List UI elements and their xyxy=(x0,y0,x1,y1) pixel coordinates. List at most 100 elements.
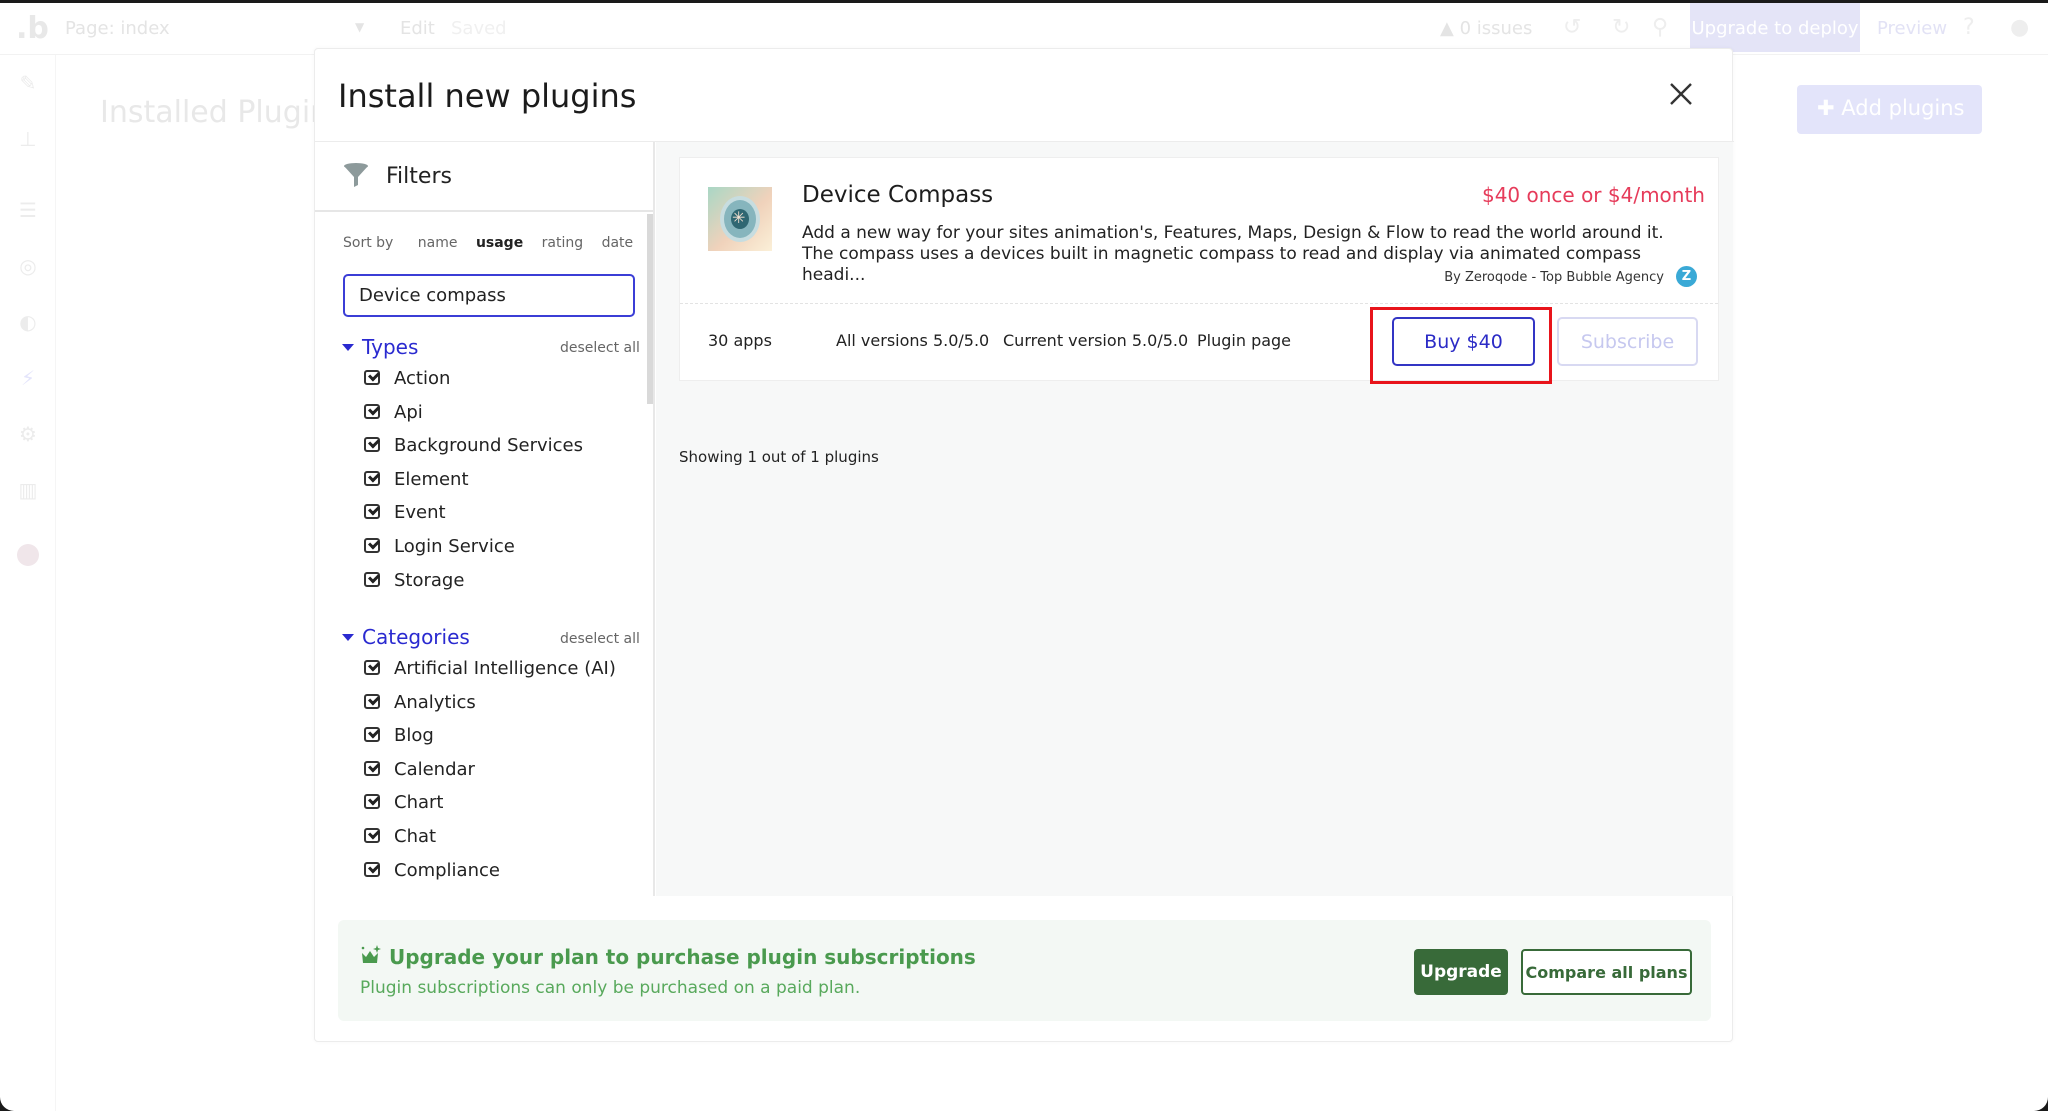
results-panel: Device Compass $40 once or $4/month Add … xyxy=(656,142,1733,896)
category-filter-label: Chart xyxy=(394,792,444,814)
filters-scrollbar[interactable] xyxy=(647,214,653,404)
saved-status: Saved xyxy=(451,18,507,39)
plugin-current-version-rating: Current version 5.0/5.0 xyxy=(1003,331,1189,350)
palette-icon[interactable]: ◐ xyxy=(17,310,39,334)
search-icon[interactable]: ⚲ xyxy=(1652,15,1668,40)
category-filter-item[interactable]: Calendar xyxy=(364,759,475,780)
avatar-icon[interactable] xyxy=(17,544,39,566)
plugin-all-versions-rating: All versions 5.0/5.0 xyxy=(836,331,990,350)
chart-icon[interactable]: ▥ xyxy=(17,478,39,502)
checkbox-checked-icon[interactable] xyxy=(364,727,380,743)
redo-icon[interactable]: ↻ xyxy=(1612,15,1630,40)
category-filter-item[interactable]: Chat xyxy=(364,826,436,847)
type-filter-label: Login Service xyxy=(394,536,515,557)
plugin-name[interactable]: Device Compass xyxy=(802,182,993,208)
categories-deselect-all[interactable]: deselect all xyxy=(560,631,640,647)
type-filter-item[interactable]: Background Services xyxy=(364,435,583,456)
sort-option-usage[interactable]: usage xyxy=(476,235,523,251)
crown-icon xyxy=(361,945,381,963)
type-filter-item[interactable]: Action xyxy=(364,368,450,389)
left-rail: ✎ ⊥ ☰ ◎ ◐ ⚡ ⚙ ▥ xyxy=(0,55,56,1111)
type-filter-item[interactable]: Event xyxy=(364,502,446,523)
checkbox-checked-icon[interactable] xyxy=(364,693,380,709)
workflow-icon[interactable]: ⊥ xyxy=(17,127,39,151)
add-plugins-label: Add plugins xyxy=(1841,96,1965,120)
plugin-search-input[interactable] xyxy=(343,274,635,317)
upgrade-to-deploy-button[interactable]: Upgrade to deploy xyxy=(1690,3,1860,52)
checkbox-checked-icon[interactable] xyxy=(364,470,380,486)
author-logo-icon: Z xyxy=(1676,266,1697,287)
warning-icon: ▲ xyxy=(1440,18,1460,39)
filters-scroll-area: Sort by name usage rating date price Typ… xyxy=(315,214,653,896)
sort-option-date[interactable]: date xyxy=(602,235,634,251)
type-filter-label: Action xyxy=(394,368,451,389)
type-filter-item[interactable]: Storage xyxy=(364,570,464,591)
card-divider xyxy=(680,303,1718,304)
checkbox-checked-icon[interactable] xyxy=(364,504,380,520)
category-filter-item[interactable]: Compliance xyxy=(364,860,500,881)
type-filter-label: Element xyxy=(394,468,469,490)
modal-title: Install new plugins xyxy=(338,77,637,115)
category-filter-item[interactable]: Chart xyxy=(364,792,443,813)
upgrade-button[interactable]: Upgrade xyxy=(1414,949,1508,995)
checkbox-checked-icon[interactable] xyxy=(364,828,380,843)
upgrade-banner-title: Upgrade your plan to purchase plugin sub… xyxy=(389,945,976,969)
category-filter-label: Compliance xyxy=(394,859,500,881)
database-icon[interactable]: ◎ xyxy=(17,254,39,278)
checkbox-checked-icon[interactable] xyxy=(364,861,380,877)
plugin-page-link[interactable]: Plugin page xyxy=(1197,331,1291,350)
plugin-icon[interactable]: ⚡ xyxy=(17,366,39,390)
bubble-logo[interactable]: .b xyxy=(16,11,49,46)
category-filter-label: Chat xyxy=(394,826,437,847)
category-filter-item[interactable]: Analytics xyxy=(364,692,476,713)
preview-button[interactable]: Preview xyxy=(1877,18,1947,39)
installed-plugins-title: Installed Plugins xyxy=(100,95,345,130)
category-filter-item[interactable]: Artificial Intelligence (AI) xyxy=(364,658,616,679)
user-icon[interactable]: ● xyxy=(2010,15,2029,40)
gear-icon[interactable]: ⚙ xyxy=(17,422,39,446)
edit-menu[interactable]: Edit xyxy=(400,18,435,39)
add-plugins-button[interactable]: ✚ Add plugins xyxy=(1797,85,1982,134)
checkbox-checked-icon[interactable] xyxy=(364,660,380,675)
upgrade-banner: Upgrade your plan to purchase plugin sub… xyxy=(338,920,1711,1021)
type-filter-label: Background Services xyxy=(394,435,584,457)
plugin-author[interactable]: By Zeroqode - Top Bubble Agency xyxy=(1444,270,1664,285)
plugin-price: $40 once or $4/month xyxy=(1481,183,1705,207)
checkbox-checked-icon[interactable] xyxy=(364,437,380,453)
sort-by-label: Sort by xyxy=(343,235,394,251)
subscribe-button[interactable]: Subscribe xyxy=(1557,317,1698,366)
checkbox-checked-icon[interactable] xyxy=(364,538,380,553)
type-filter-item[interactable]: Element xyxy=(364,469,469,490)
category-filter-label: Analytics xyxy=(394,691,476,713)
checkbox-checked-icon[interactable] xyxy=(364,760,380,776)
chevron-down-icon[interactable]: ▼ xyxy=(355,20,364,34)
help-icon[interactable]: ? xyxy=(1963,15,1975,40)
type-filter-item[interactable]: Api xyxy=(364,402,423,423)
categories-label: Categories xyxy=(362,625,470,649)
types-toggle[interactable]: Types xyxy=(342,335,418,359)
page-selector[interactable]: Page: index xyxy=(65,18,170,39)
checkbox-checked-icon[interactable] xyxy=(364,571,380,587)
undo-icon[interactable]: ↺ xyxy=(1563,15,1581,40)
category-filter-item[interactable]: Blog xyxy=(364,725,434,746)
close-icon[interactable] xyxy=(1668,81,1694,107)
type-filter-label: Event xyxy=(394,502,446,524)
compare-plans-button[interactable]: Compare all plans xyxy=(1521,949,1692,995)
issues-indicator[interactable]: ▲ 0 issues xyxy=(1440,18,1532,39)
sort-option-name[interactable]: name xyxy=(418,235,458,251)
type-filter-label: Api xyxy=(394,401,423,423)
types-deselect-all[interactable]: deselect all xyxy=(560,340,640,356)
checkbox-checked-icon[interactable] xyxy=(364,403,380,419)
buy-button[interactable]: Buy $40 xyxy=(1392,317,1535,366)
type-filter-item[interactable]: Login Service xyxy=(364,536,515,557)
plugin-thumbnail[interactable] xyxy=(708,187,772,251)
checkbox-checked-icon[interactable] xyxy=(364,794,380,810)
pencil-icon[interactable]: ✎ xyxy=(17,71,39,95)
checkbox-checked-icon[interactable] xyxy=(364,370,380,385)
categories-toggle[interactable]: Categories xyxy=(342,625,470,649)
sort-option-rating[interactable]: rating xyxy=(542,235,583,251)
data-icon[interactable]: ☰ xyxy=(17,198,39,222)
category-filter-label: Blog xyxy=(394,725,434,747)
plus-icon: ✚ xyxy=(1817,96,1842,120)
upgrade-banner-subtitle: Plugin subscriptions can only be purchas… xyxy=(360,978,861,998)
